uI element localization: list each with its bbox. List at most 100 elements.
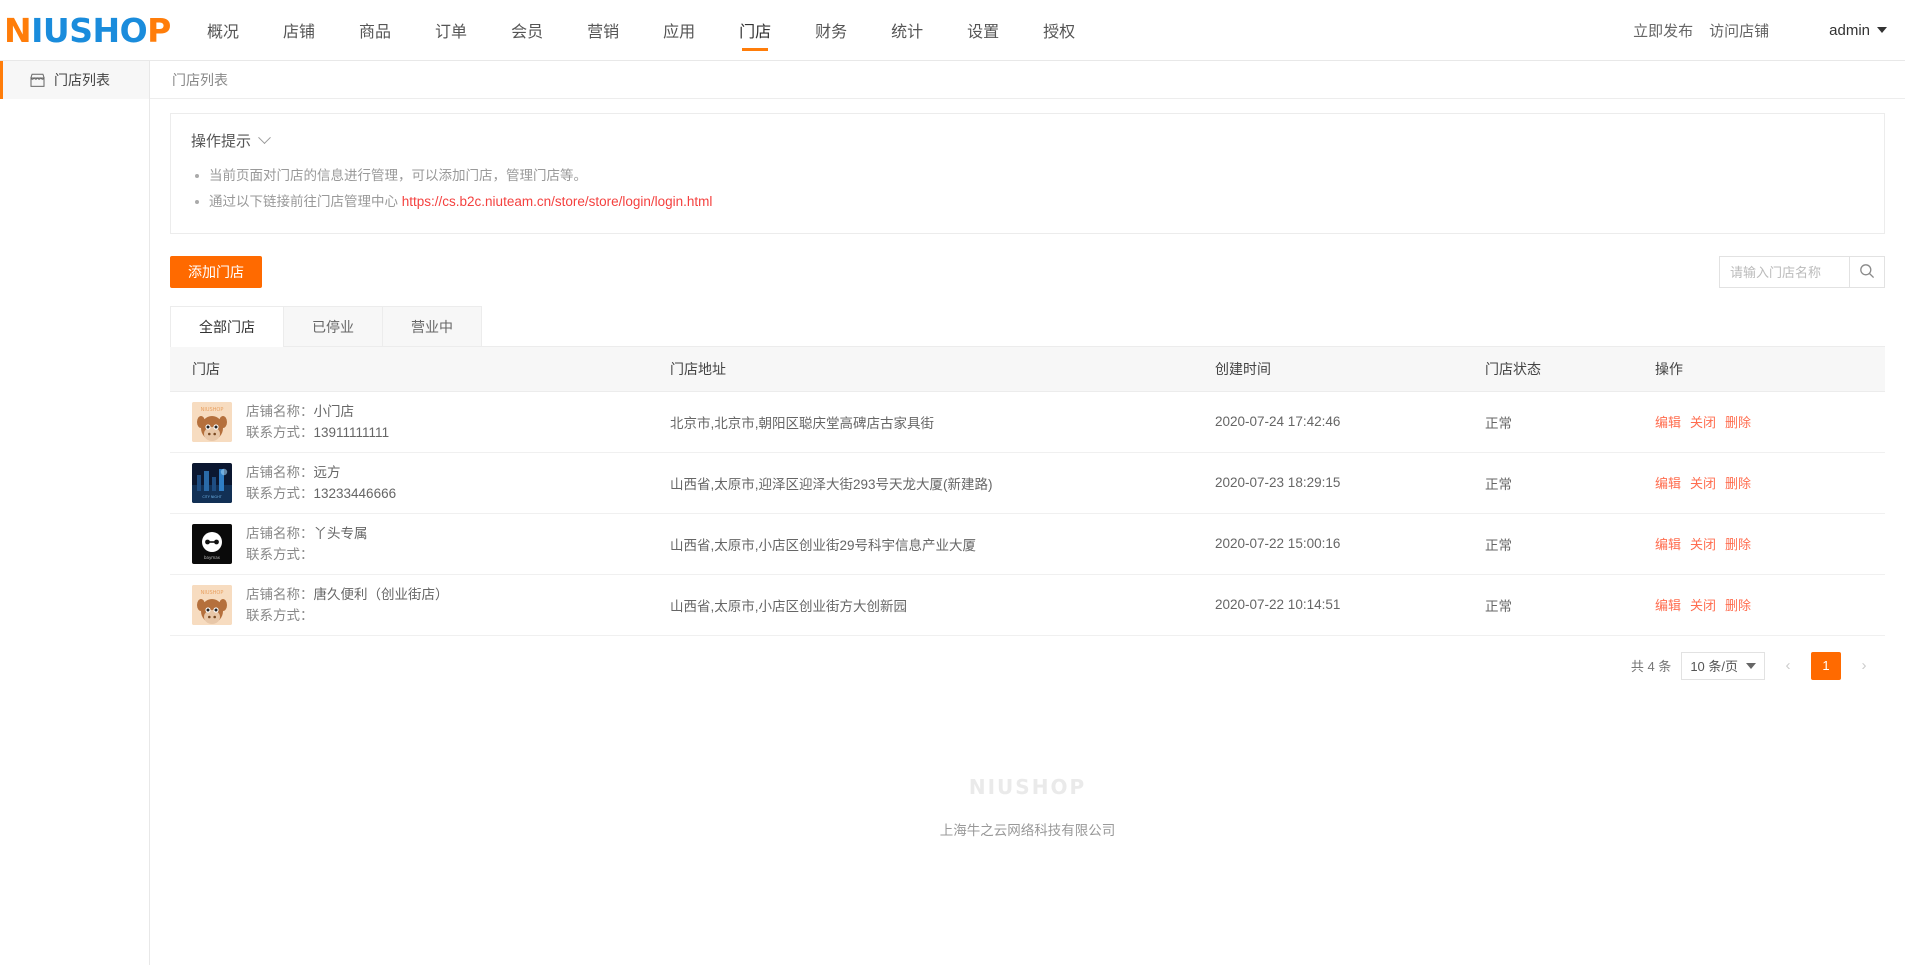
cell-created: 2020-07-24 17:42:46 (1205, 391, 1475, 453)
logo-part-3: P (147, 10, 171, 50)
delete-link[interactable]: 删除 (1725, 476, 1751, 491)
sidebar-item-store-list[interactable]: 门店列表 (0, 61, 149, 99)
nav-item-caiwu[interactable]: 财务 (793, 0, 869, 61)
edit-link[interactable]: 编辑 (1655, 476, 1681, 491)
close-link[interactable]: 关闭 (1690, 598, 1716, 613)
svg-text:baymax: baymax (204, 555, 221, 560)
avatar: CITY NIGHT (192, 462, 232, 503)
shop-icon (29, 73, 46, 88)
store-name-value: 远方 (313, 464, 341, 480)
account-menu[interactable]: admin (1829, 22, 1887, 39)
cell-address: 山西省,太原市,小店区创业街29号科宇信息产业大厦 (660, 513, 1205, 575)
column-header-address: 门店地址 (660, 347, 1205, 392)
edit-link[interactable]: 编辑 (1655, 415, 1681, 430)
total-count-text: 共 4 条 (1630, 659, 1672, 674)
cell-created: 2020-07-22 15:00:16 (1205, 513, 1475, 575)
table-row: NIUSHOP (170, 391, 1885, 453)
cell-actions: 编辑 关闭 删除 (1645, 574, 1885, 636)
header-actions: 立即发布 访问店铺 admin (1625, 20, 1905, 41)
publish-now-link[interactable]: 立即发布 (1625, 20, 1701, 41)
nav-item-yingxiao[interactable]: 营销 (565, 0, 641, 61)
cell-address: 山西省,太原市,小店区创业街方大创新园 (660, 574, 1205, 636)
nav-item-tongji[interactable]: 统计 (869, 0, 945, 61)
avatar: baymax (192, 523, 232, 564)
cell-status: 正常 (1475, 513, 1645, 575)
cell-created: 2020-07-22 10:14:51 (1205, 574, 1475, 636)
logo-part-1: N (4, 10, 32, 50)
nav-item-shezhi[interactable]: 设置 (945, 0, 1021, 61)
operation-tips-panel: 操作提示 当前页面对门店的信息进行管理，可以添加门店，管理门店等。 通过以下链接… (170, 113, 1885, 234)
close-link[interactable]: 关闭 (1690, 537, 1716, 552)
account-name: admin (1829, 21, 1870, 39)
nav-item-gaikuang[interactable]: 概况 (185, 0, 261, 61)
avatar: NIUSHOP (192, 401, 232, 442)
top-header: NIUSHOP 概况 店铺 商品 订单 会员 营销 应用 门店 财务 统计 设置… (0, 0, 1905, 61)
search-icon (1859, 263, 1875, 282)
delete-link[interactable]: 删除 (1725, 598, 1751, 613)
operation-tips-toggle[interactable]: 操作提示 (191, 130, 271, 151)
tip-item: 通过以下链接前往门店管理中心 https://cs.b2c.niuteam.cn… (191, 189, 1864, 215)
page-content: 操作提示 当前页面对门店的信息进行管理，可以添加门店，管理门店等。 通过以下链接… (150, 99, 1905, 965)
breadcrumb: 门店列表 (150, 61, 1905, 99)
page-number-1[interactable]: 1 (1811, 651, 1841, 680)
main-nav: 概况 店铺 商品 订单 会员 营销 应用 门店 财务 统计 设置 授权 (185, 0, 1097, 61)
search-button[interactable] (1849, 256, 1885, 288)
page-size-select[interactable]: 10 条/页 (1681, 651, 1765, 680)
tab-open-stores[interactable]: 营业中 (382, 306, 482, 346)
store-contact-value: 13911111111 (313, 424, 390, 440)
nav-item-shouquan[interactable]: 授权 (1021, 0, 1097, 61)
tip-item: 当前页面对门店的信息进行管理，可以添加门店，管理门店等。 (191, 163, 1864, 189)
store-meta: 店铺名称：远方 联系方式：13233446666 (246, 462, 396, 504)
nav-item-shangpin[interactable]: 商品 (337, 0, 413, 61)
cell-address: 山西省,太原市,迎泽区迎泽大街293号天龙大厦(新建路) (660, 452, 1205, 514)
tab-closed-stores[interactable]: 已停业 (283, 306, 383, 346)
cell-actions: 编辑 关闭 删除 (1645, 513, 1885, 575)
close-link[interactable]: 关闭 (1690, 415, 1716, 430)
store-table: 门店 门店地址 创建时间 门店状态 操作 NIUSHOP 店铺名称：小门店 联系… (170, 347, 1885, 636)
cell-actions: 编辑 关闭 删除 (1645, 391, 1885, 453)
tab-all-stores[interactable]: 全部门店 (170, 306, 284, 347)
store-name-value: 丫头专属 (313, 525, 368, 541)
add-store-button[interactable]: 添加门店 (170, 256, 262, 288)
toolbar: 添加门店 (170, 256, 1885, 288)
store-contact-label: 联系方式： (246, 424, 314, 440)
nav-item-huiyuan[interactable]: 会员 (489, 0, 565, 61)
delete-link[interactable]: 删除 (1725, 415, 1751, 430)
table-row: NIUSHOP (170, 574, 1885, 636)
store-name-value: 小门店 (313, 403, 355, 419)
svg-text:NIUSHOP: NIUSHOP (201, 590, 224, 596)
delete-link[interactable]: 删除 (1725, 537, 1751, 552)
sidebar: 门店列表 (0, 61, 150, 965)
store-meta: 店铺名称：唐久便利（创业街店） 联系方式： (246, 584, 449, 626)
nav-item-dingdan[interactable]: 订单 (413, 0, 489, 61)
store-center-link[interactable]: https://cs.b2c.niuteam.cn/store/store/lo… (402, 194, 713, 209)
prev-page-button[interactable]: ‹ (1775, 652, 1801, 680)
table-header: 门店 门店地址 创建时间 门店状态 操作 (170, 347, 1885, 392)
cell-store: baymax 店铺名称：丫头专属 联系方式： (170, 513, 660, 575)
store-meta: 店铺名称：丫头专属 联系方式： (246, 523, 368, 565)
edit-link[interactable]: 编辑 (1655, 537, 1681, 552)
close-link[interactable]: 关闭 (1690, 476, 1716, 491)
nav-item-mendian[interactable]: 门店 (717, 0, 793, 61)
cell-store: NIUSHOP (170, 574, 660, 636)
column-header-status: 门店状态 (1475, 347, 1645, 392)
edit-link[interactable]: 编辑 (1655, 598, 1681, 613)
chevron-down-icon (1746, 662, 1756, 669)
visit-shop-link[interactable]: 访问店铺 (1701, 20, 1777, 41)
column-header-store: 门店 (170, 347, 660, 392)
cell-actions: 编辑 关闭 删除 (1645, 452, 1885, 514)
cell-store: NIUSHOP (170, 391, 660, 453)
cell-address: 北京市,北京市,朝阳区聪庆堂高碑店古家具街 (660, 391, 1205, 453)
tip-text: 当前页面对门店的信息进行管理，可以添加门店，管理门店等。 (209, 168, 587, 183)
page-body: 门店列表 门店列表 操作提示 当前页面对门店的信息进行管理，可以添加门店，管理门… (0, 61, 1905, 965)
svg-text:CITY NIGHT: CITY NIGHT (202, 495, 222, 499)
search-input[interactable] (1719, 256, 1849, 288)
store-name-label: 店铺名称： (246, 586, 314, 602)
nav-item-yingyong[interactable]: 应用 (641, 0, 717, 61)
table-body: NIUSHOP 店铺名称：小门店 联系方式：13911111111 北京市,北京… (170, 391, 1885, 636)
column-header-actions: 操作 (1645, 347, 1885, 392)
nav-item-dianpu[interactable]: 店铺 (261, 0, 337, 61)
footer-watermark: NIUSHOP (968, 774, 1087, 799)
brand-logo[interactable]: NIUSHOP (0, 14, 185, 47)
next-page-button[interactable]: › (1851, 652, 1877, 680)
